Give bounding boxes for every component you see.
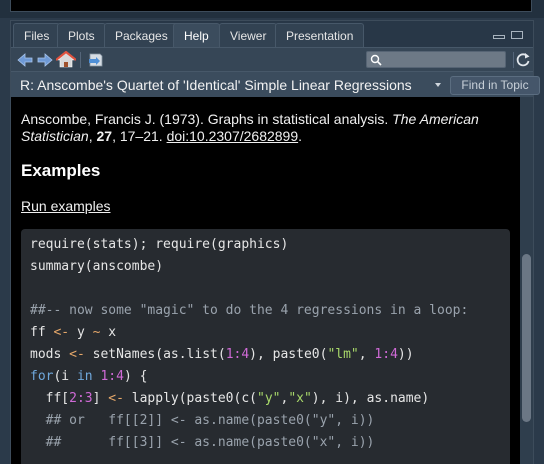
code-line: ## ff[[3]] <- as.name(paste0("x", i)) [30, 435, 375, 450]
arrow-right-icon[interactable] [35, 51, 55, 69]
reference-text: Anscombe, Francis J. (1973). Graphs in s… [21, 111, 479, 144]
toolbar-separator [80, 52, 81, 68]
tab-plots[interactable]: Plots [57, 23, 106, 47]
run-examples-link[interactable]: Run examples [21, 198, 111, 214]
tab-packages[interactable]: Packages [104, 23, 179, 47]
reference-volume: 27 [96, 128, 113, 144]
code-line: ff[2:3] <- lapply(paste0(c("y","x"), i),… [30, 391, 430, 406]
minimize-pane-icon[interactable] [493, 35, 505, 39]
home-icon[interactable] [56, 51, 76, 69]
topic-bar: R: Anscombe's Quartet of 'Identical' Sim… [11, 71, 540, 97]
print-icon[interactable] [86, 51, 106, 69]
chevron-down-icon[interactable] [435, 83, 441, 87]
arrow-left-icon[interactable] [15, 51, 35, 69]
help-search-box[interactable] [366, 51, 506, 68]
scrollbar[interactable] [520, 97, 533, 464]
search-icon [370, 54, 382, 66]
scrollbar-thumb[interactable] [522, 254, 531, 422]
code-line: summary(anscombe) [30, 259, 164, 274]
help-search-input[interactable] [385, 52, 503, 67]
tab-presentation[interactable]: Presentation [275, 23, 365, 47]
tab-files[interactable]: Files [13, 23, 61, 47]
code-text: require(stats); require(graphics) summary… [30, 234, 468, 454]
code-line: ## or ff[[2]] <- as.name(paste0("y", i)) [30, 413, 375, 428]
pane-tabbar: Files Plots Packages Help Viewer Present… [11, 21, 533, 47]
code-line: for(i in 1:4) { [30, 369, 148, 384]
code-line: ##-- now some "magic" to do the 4 regres… [30, 303, 469, 318]
code-line: ff <- y ~ x [30, 325, 117, 340]
code-line: mods <- setNames(as.list(1:4), paste0("l… [30, 347, 414, 362]
code-block: require(stats); require(graphics) summary… [21, 229, 510, 464]
tab-viewer[interactable]: Viewer [219, 23, 278, 47]
doi-link[interactable]: doi:10.2307/2682899 [167, 128, 299, 144]
refresh-icon[interactable] [514, 51, 532, 69]
help-content: Anscombe, Francis J. (1973). Graphs in s… [11, 97, 520, 464]
reference-authors: Anscombe, Francis J. (1973). Graphs in s… [21, 111, 389, 127]
maximize-pane-icon[interactable] [511, 31, 523, 39]
console-pane-bottom [10, 0, 532, 12]
help-toolbar [11, 47, 533, 71]
code-line: require(stats); require(graphics) [30, 237, 289, 252]
console-pane-edge [0, 0, 544, 18]
topic-title[interactable]: R: Anscombe's Quartet of 'Identical' Sim… [20, 77, 412, 93]
tab-help[interactable]: Help [173, 23, 220, 47]
examples-heading: Examples [21, 161, 101, 180]
reference-pages: , 17–21. [112, 128, 163, 144]
help-pane: Files Plots Packages Help Viewer Present… [10, 20, 540, 464]
find-in-topic-button[interactable]: Find in Topic [450, 76, 540, 95]
